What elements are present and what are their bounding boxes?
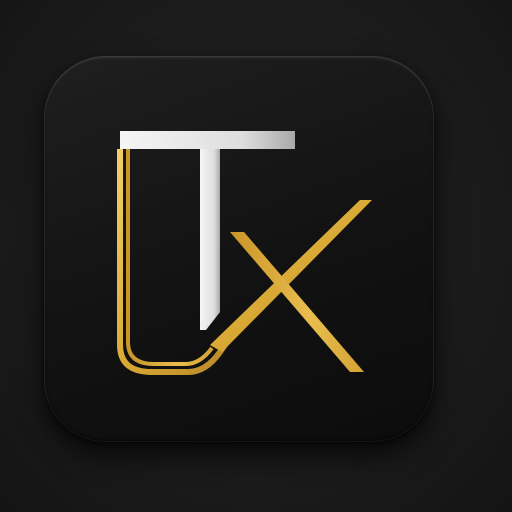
letter-x-stroke-b	[230, 232, 364, 372]
letter-x-stroke-a	[210, 200, 372, 352]
monogram-logo-icon	[117, 131, 372, 375]
letter-t-top-bar	[120, 131, 295, 149]
letter-t-stem	[200, 149, 220, 330]
letter-u-inner-stroke	[126, 149, 214, 366]
screen-background	[0, 0, 512, 512]
